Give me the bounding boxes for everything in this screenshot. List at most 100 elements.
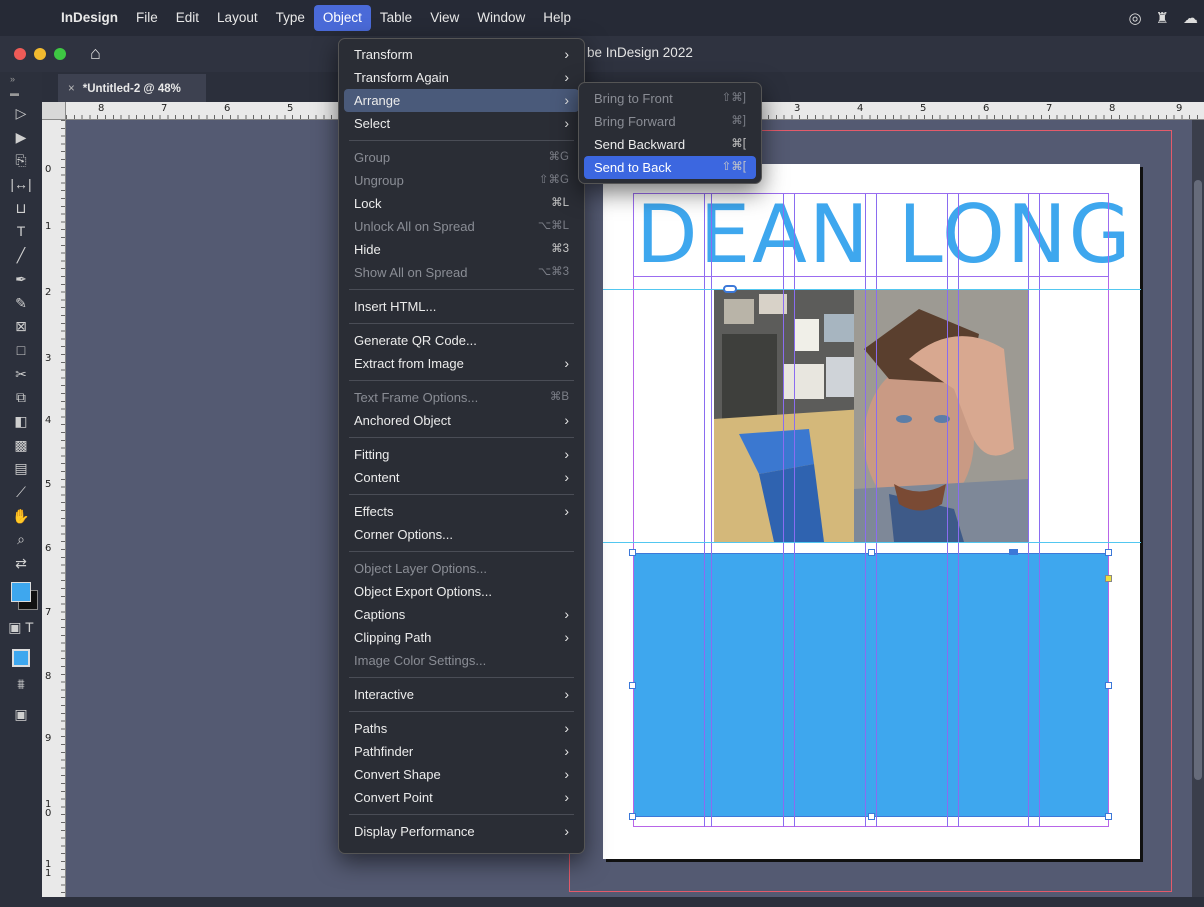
page-tool-icon[interactable]: ⎘ (0, 149, 42, 173)
chevron-right-icon: › (564, 766, 569, 782)
eyedropper-tool-icon[interactable]: ⟋ (0, 481, 42, 505)
menu-table[interactable]: Table (371, 5, 421, 31)
menu-item-fitting[interactable]: Fitting › (344, 443, 579, 466)
menubar-status-area: ◎ ♜ ☁ (1128, 0, 1204, 36)
menu-indesign[interactable]: InDesign (52, 5, 127, 31)
menu-item-label: Captions (354, 607, 406, 622)
menu-window[interactable]: Window (468, 5, 534, 31)
menu-item-label: Pathfinder (354, 744, 414, 759)
free-transform-tool-icon[interactable]: ⧉ (0, 386, 42, 410)
selection-handle[interactable] (1105, 813, 1112, 820)
selection-handle[interactable] (868, 813, 875, 820)
menu-item-transform-again[interactable]: Transform Again › (344, 66, 579, 89)
menu-type[interactable]: Type (267, 5, 314, 31)
selection-handle[interactable] (629, 813, 636, 820)
menu-item-convert-point[interactable]: Convert Point › (344, 786, 579, 809)
menu-view[interactable]: View (421, 5, 468, 31)
home-icon[interactable]: ⌂ (90, 43, 101, 64)
menu-item-label: Lock (354, 196, 382, 211)
panel-collapse-icon[interactable]: » ▬ (0, 72, 42, 102)
menu-shortcut: ⇧⌘] (721, 92, 746, 104)
menu-item-effects[interactable]: Effects › (344, 500, 579, 523)
selection-handle[interactable] (629, 682, 636, 689)
vertical-scrollbar[interactable] (1192, 120, 1204, 907)
zoom-window-button[interactable] (54, 48, 66, 60)
hand-tool-icon[interactable]: ✋ (0, 505, 42, 529)
document-tab[interactable]: × *Untitled-2 @ 48% (58, 74, 206, 102)
screen-mode-icon[interactable]: ⩩ (0, 673, 42, 697)
gradient-feather-tool-icon[interactable]: ▩ (0, 434, 42, 458)
menu-layout[interactable]: Layout (208, 5, 267, 31)
menu-item-pathfinder[interactable]: Pathfinder › (344, 740, 579, 763)
line-tool-icon[interactable]: ╱ (0, 244, 42, 268)
pencil-tool-icon[interactable]: ✎ (0, 292, 42, 316)
menu-item-select[interactable]: Select › (344, 112, 579, 135)
cloud-icon[interactable]: ☁ (1183, 9, 1198, 27)
menu-edit[interactable]: Edit (167, 5, 208, 31)
rectangle-frame-tool-icon[interactable]: ⊠ (0, 315, 42, 339)
menu-file[interactable]: File (127, 5, 167, 31)
menu-item-anchored-object[interactable]: Anchored Object › (344, 409, 579, 432)
creative-cloud-icon[interactable]: ◎ (1128, 9, 1141, 27)
binoculars-icon[interactable]: ♜ (1156, 9, 1169, 27)
status-bar (0, 897, 1204, 907)
menu-item-display-performance[interactable]: Display Performance › (344, 820, 579, 843)
menu-shortcut: ⌘G (548, 151, 569, 163)
menu-item-send-to-back[interactable]: Send to Back ⇧⌘[ (584, 156, 756, 179)
close-tab-icon[interactable]: × (68, 83, 75, 95)
gap-tool-icon[interactable]: |↔| (0, 173, 42, 197)
menu-item-bring-to-front: Bring to Front ⇧⌘] (584, 87, 756, 110)
content-collector-icon[interactable]: ⊔ (0, 197, 42, 221)
menu-item-hide[interactable]: Hide ⌘3 (344, 238, 579, 261)
menu-item-lock[interactable]: Lock ⌘L (344, 192, 579, 215)
menu-item-label: Hide (354, 242, 381, 257)
minimize-window-button[interactable] (34, 48, 46, 60)
menu-item-extract-from-image[interactable]: Extract from Image › (344, 352, 579, 375)
pasteboard[interactable]: DEAN LONG (66, 120, 1192, 907)
zoom-tool-icon[interactable]: ⌕ (0, 528, 42, 552)
formatting-affects-container-icon[interactable]: ▣ T (0, 616, 42, 640)
note-tool-icon[interactable]: ▤ (0, 457, 42, 481)
close-window-button[interactable] (14, 48, 26, 60)
ruler-origin[interactable] (42, 102, 66, 120)
menu-item-insert-html[interactable]: Insert HTML... (344, 295, 579, 318)
selection-handle[interactable] (629, 549, 636, 556)
menu-item-clipping-path[interactable]: Clipping Path › (344, 626, 579, 649)
menu-item-transform[interactable]: Transform › (344, 43, 579, 66)
menu-item-paths[interactable]: Paths › (344, 717, 579, 740)
selection-handle[interactable] (1105, 682, 1112, 689)
selection-tool-icon[interactable]: ▷ (0, 102, 42, 126)
menu-help[interactable]: Help (534, 5, 580, 31)
headline-frame (633, 193, 1109, 277)
menu-item-label: Display Performance (354, 824, 475, 839)
fill-swatch[interactable] (11, 581, 31, 602)
link-icon[interactable] (723, 285, 737, 293)
selection-handle[interactable] (868, 549, 875, 556)
content-grabber-icon[interactable] (1009, 549, 1018, 555)
menu-item-send-backward[interactable]: Send Backward ⌘[ (584, 133, 756, 156)
apply-color-icon[interactable] (0, 639, 42, 673)
default-colors-icon[interactable]: ⇄ (0, 552, 42, 576)
scrollbar-thumb[interactable] (1194, 180, 1202, 780)
fill-stroke-swatches[interactable] (0, 576, 42, 616)
menu-item-content[interactable]: Content › (344, 466, 579, 489)
menu-item-interactive[interactable]: Interactive › (344, 683, 579, 706)
menu-item-corner-options[interactable]: Corner Options... (344, 523, 579, 546)
rectangle-tool-icon[interactable]: □ (0, 339, 42, 363)
vertical-ruler[interactable]: 0 1 2 3 4 5 6 7 8 9 1 0 1 1 (42, 120, 66, 907)
pen-tool-icon[interactable]: ✒ (0, 268, 42, 292)
selection-handle[interactable] (1105, 549, 1112, 556)
ruler-label: 5 (287, 103, 294, 114)
menu-item-convert-shape[interactable]: Convert Shape › (344, 763, 579, 786)
scissors-tool-icon[interactable]: ✂ (0, 363, 42, 387)
gradient-swatch-tool-icon[interactable]: ◧ (0, 410, 42, 434)
corner-options-handle[interactable] (1105, 575, 1112, 582)
menu-item-arrange[interactable]: Arrange › (344, 89, 579, 112)
normal-view-icon[interactable]: ▣ (0, 703, 42, 727)
menu-item-captions[interactable]: Captions › (344, 603, 579, 626)
type-tool-icon[interactable]: T (0, 220, 42, 244)
menu-item-generate-qr-code[interactable]: Generate QR Code... (344, 329, 579, 352)
menu-object[interactable]: Object (313, 5, 371, 31)
direct-selection-tool-icon[interactable]: ▶ (0, 126, 42, 150)
menu-item-object-export-options[interactable]: Object Export Options... (344, 580, 579, 603)
